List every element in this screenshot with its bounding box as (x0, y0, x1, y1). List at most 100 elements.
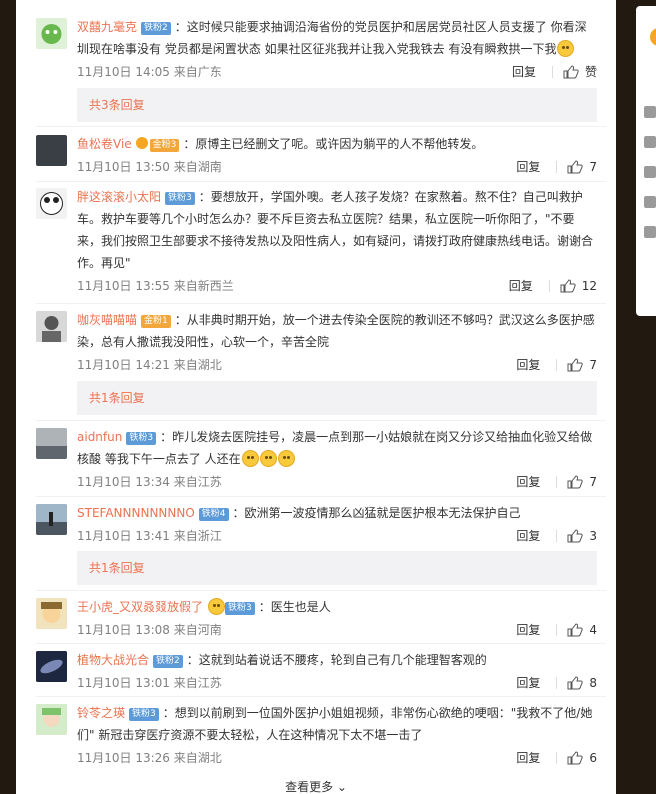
avatar[interactable] (36, 651, 67, 682)
username[interactable]: 鱼松卷Vie (77, 137, 132, 151)
side-icon (644, 166, 656, 178)
like-count[interactable]: 3 (589, 526, 597, 546)
load-more-button[interactable]: 查看更多 ⌄ (16, 778, 616, 794)
divider (556, 530, 558, 542)
divider (556, 161, 558, 173)
reply-button[interactable]: 回复 (516, 620, 540, 640)
side-icon (644, 226, 656, 238)
side-card (636, 6, 656, 316)
comment-time: 11月10日 13:26 来自湖北 (77, 751, 222, 765)
divider (36, 420, 606, 421)
like-icon[interactable] (567, 751, 584, 765)
avatar[interactable] (36, 598, 67, 629)
divider (548, 280, 550, 292)
like-icon[interactable] (567, 529, 584, 543)
fan-badge[interactable]: 铁粉2 (153, 655, 183, 668)
reply-button[interactable]: 回复 (516, 748, 540, 768)
comment-time: 11月10日 13:50 来自湖南 (77, 160, 222, 174)
divider (36, 303, 606, 304)
username[interactable]: 咖灰喵喵喵 (77, 313, 137, 327)
view-replies-link[interactable]: 共1条回复 (77, 551, 597, 585)
fan-badge[interactable]: 铁粉3 (165, 192, 195, 205)
divider (36, 643, 606, 644)
comment-panel: 双囍九毫克 铁粉2 ：这时候只能要求抽调沿海省份的党员医护和居居党员社区人员支援了 … (16, 0, 616, 794)
username[interactable]: STEFANNNNNNNNO (77, 506, 195, 520)
comment-text: ：欧洲第一波疫情那么凶猛就是医护根本无法保护自己 (232, 506, 521, 520)
like-icon[interactable] (563, 65, 579, 79)
side-avatar (650, 28, 656, 46)
like-icon[interactable] (567, 160, 584, 174)
comment-text: ：这就到站着说话不腰疼，轮到自己有几个能理智客观的 (186, 653, 487, 667)
comment-time: 11月10日 13:01 来自江苏 (77, 676, 222, 690)
like-count[interactable]: 8 (589, 673, 597, 693)
divider (36, 590, 606, 591)
reply-button[interactable]: 回复 (509, 276, 533, 296)
avatar[interactable] (36, 704, 67, 735)
divider (556, 752, 558, 764)
fan-badge[interactable]: 铁粉4 (198, 508, 229, 521)
fan-badge[interactable]: 铁粉2 (141, 22, 171, 35)
username[interactable]: 双囍九毫克 (77, 20, 137, 34)
divider (36, 696, 606, 697)
view-replies-link[interactable]: 共1条回复 (77, 381, 597, 415)
username[interactable]: 植物大战光合 (77, 653, 149, 667)
divider (556, 677, 558, 689)
divider (36, 181, 606, 182)
fan-badge[interactable]: 铁粉3 (225, 602, 255, 615)
avatar[interactable] (36, 18, 67, 49)
avatar[interactable] (36, 504, 67, 535)
username[interactable]: 胖这滚滚小太阳 (77, 190, 161, 204)
side-icon (644, 106, 656, 118)
comment-time: 11月10日 14:05 来自广东 (77, 65, 222, 79)
reply-button[interactable]: 回复 (516, 526, 540, 546)
like-count[interactable]: 12 (582, 276, 597, 296)
emoji-icon (277, 450, 295, 467)
reply-button[interactable]: 回复 (516, 673, 540, 693)
like-count[interactable]: 7 (589, 472, 597, 492)
reply-button[interactable]: 回复 (516, 355, 540, 375)
username[interactable]: aidnfun (77, 430, 122, 444)
emoji-icon (241, 450, 259, 467)
reply-button[interactable]: 回复 (516, 472, 540, 492)
comment-text: ：医生也是人 (258, 600, 331, 614)
like-icon[interactable] (567, 358, 584, 372)
like-count[interactable]: 7 (589, 355, 597, 375)
like-count[interactable]: 赞 (585, 62, 597, 82)
avatar[interactable] (36, 428, 67, 459)
divider (36, 126, 606, 127)
comment-time: 11月10日 13:41 来自浙江 (77, 529, 222, 543)
divider (556, 624, 558, 636)
divider (556, 476, 558, 488)
comment-time: 11月10日 14:21 来自湖北 (77, 358, 222, 372)
comment-time: 11月10日 13:08 来自河南 (77, 623, 222, 637)
like-count[interactable]: 6 (589, 748, 597, 768)
emoji-icon (557, 40, 575, 57)
fan-badge[interactable]: 铁粉3 (126, 432, 157, 445)
view-replies-link[interactable]: 共3条回复 (77, 88, 597, 122)
like-icon[interactable] (560, 279, 576, 293)
avatar[interactable] (36, 188, 67, 219)
side-icon (644, 196, 656, 208)
like-icon[interactable] (567, 475, 584, 489)
comment-time: 11月10日 13:34 来自江苏 (77, 475, 222, 489)
divider (36, 496, 606, 497)
emoji-icon (208, 598, 226, 615)
like-icon[interactable] (567, 676, 584, 690)
comment-time: 11月10日 13:55 来自新西兰 (77, 279, 234, 293)
fan-badge[interactable]: 铁粉3 (129, 708, 159, 721)
divider (556, 359, 558, 371)
like-count[interactable]: 4 (589, 620, 597, 640)
fan-badge[interactable]: 金粉3 (149, 139, 180, 152)
vip-icon (135, 137, 148, 149)
fan-badge[interactable]: 金粉1 (141, 315, 171, 328)
reply-button[interactable]: 回复 (516, 157, 540, 177)
avatar[interactable] (36, 135, 67, 166)
username[interactable]: 铃苓之瑛 (77, 706, 125, 720)
like-icon[interactable] (567, 623, 584, 637)
emoji-icon (259, 450, 277, 467)
like-count[interactable]: 7 (589, 157, 597, 177)
avatar[interactable] (36, 311, 67, 342)
username[interactable]: 王小虎_又双叒叕放假了 (77, 600, 203, 614)
divider (551, 66, 553, 78)
reply-button[interactable]: 回复 (512, 62, 536, 82)
